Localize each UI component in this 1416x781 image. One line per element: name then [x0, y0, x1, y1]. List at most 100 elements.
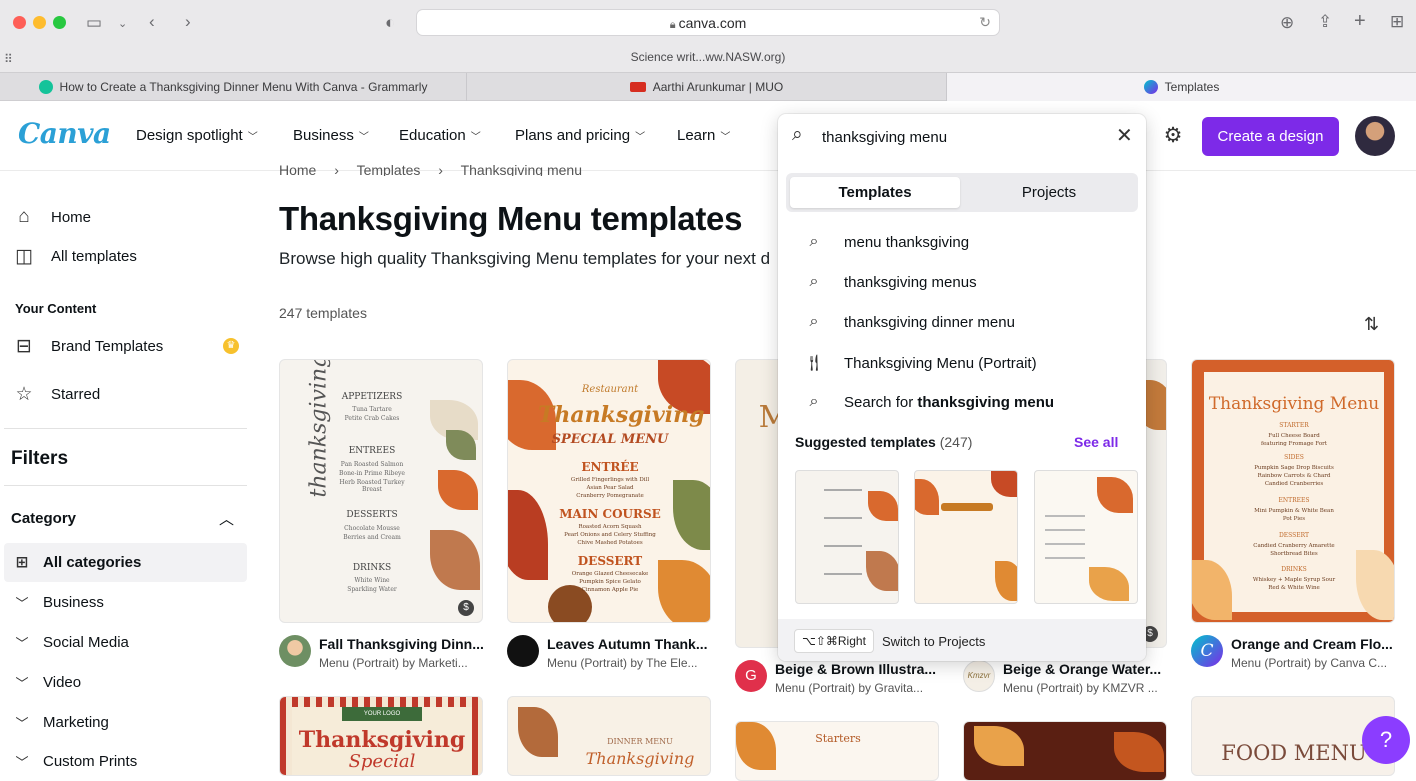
- category-business[interactable]: ﹀ Business: [13, 593, 103, 612]
- template-count: 247 templates: [279, 305, 367, 321]
- sort-icon[interactable]: ⇅: [1364, 314, 1379, 335]
- page-subtitle: Browse high quality Thanksgiving Menu te…: [279, 249, 771, 268]
- menu-item: Cinnamon Apple Pie: [581, 587, 639, 593]
- home-icon: ⌂: [18, 206, 30, 227]
- nav-learn[interactable]: Learn ﹀: [677, 127, 730, 144]
- leaf-decoration: [673, 480, 710, 550]
- suggested-template-thumb[interactable]: [1034, 470, 1138, 604]
- chevron-down-icon: ﹀: [15, 755, 29, 770]
- tab-templates[interactable]: Templates: [947, 73, 1416, 101]
- card-subtitle: Menu (Portrait) by Gravita...: [775, 681, 924, 695]
- crown-icon: ♛: [223, 338, 239, 354]
- share-icon[interactable]: ⇪: [1318, 12, 1332, 32]
- nav-business[interactable]: Business ﹀: [293, 127, 369, 144]
- card-script-text: thanksgiving menu: [306, 359, 332, 498]
- avatar[interactable]: [1355, 116, 1395, 156]
- close-icon[interactable]: ✕: [1116, 123, 1133, 148]
- card-title[interactable]: Beige & Orange Water...: [1003, 661, 1173, 677]
- chevron-down-icon: ﹀: [15, 676, 29, 691]
- browser-tabs: How to Create a Thanksgiving Dinner Menu…: [0, 72, 1416, 101]
- search-suggestion[interactable]: ⌕ menu thanksgiving: [804, 233, 970, 251]
- see-all-link[interactable]: See all: [1074, 434, 1118, 450]
- menu-item: Pumpkin Spice Gelato: [579, 579, 641, 585]
- gear-icon[interactable]: ⚙: [1161, 124, 1185, 148]
- tab-muo[interactable]: Aarthi Arunkumar | MUO: [467, 73, 947, 101]
- search-suggestion[interactable]: 🍴︎ Thanksgiving Menu (Portrait): [804, 353, 1037, 373]
- nav-education[interactable]: Education ﹀: [399, 127, 481, 144]
- browser-toolbar: ▭ ⌄ ‹ › ◐ 🔒︎ canva.com ↻ ⊕ ⇪ + ⊞: [0, 0, 1416, 46]
- category-all[interactable]: ⊞ All categories: [13, 553, 142, 572]
- sidebar-toggle-icon[interactable]: ▭: [86, 13, 102, 33]
- menu-item: Asian Pear Salad: [586, 485, 634, 491]
- template-card[interactable]: YOUR LOGO Thanksgiving Special: [279, 696, 483, 776]
- sidebar-item-label: Brand Templates: [51, 338, 164, 355]
- category-label: Social Media: [43, 634, 129, 651]
- search-suggestion[interactable]: ⌕ thanksgiving menus: [804, 273, 977, 291]
- search-suggestion[interactable]: ⌕ thanksgiving dinner menu: [804, 313, 1015, 331]
- card-title[interactable]: Beige & Brown Illustra...: [775, 661, 945, 677]
- sidebar-item-home[interactable]: ⌂ Home: [11, 206, 91, 228]
- menu-section: DESSERTS: [346, 510, 398, 520]
- close-window-button[interactable]: [13, 16, 26, 29]
- menu-item: Pot Pies: [1282, 516, 1306, 522]
- sidebar-item-starred[interactable]: ☆ Starred: [11, 383, 100, 406]
- template-card[interactable]: [963, 721, 1167, 781]
- new-tab-icon[interactable]: +: [1354, 11, 1366, 31]
- chevron-up-icon[interactable]: ︿: [219, 508, 234, 529]
- bookmark-title[interactable]: Science writ...ww.NASW.org): [0, 50, 1416, 64]
- suggested-template-thumb[interactable]: [795, 470, 899, 604]
- page-title: Thanksgiving Menu templates: [279, 200, 743, 237]
- sidebar: ⌂ Home ◫ All templates Your Content ⊟ Brand…: [0, 172, 260, 771]
- card-title[interactable]: Leaves Autumn Thank...: [547, 636, 717, 652]
- template-card-meta: G Beige & Brown Illustra... Menu (Portra…: [735, 660, 945, 700]
- sidebar-item-all-templates[interactable]: ◫ All templates: [11, 245, 137, 268]
- category-label: Custom Prints: [43, 753, 138, 770]
- forward-icon[interactable]: ›: [185, 12, 191, 32]
- category-video[interactable]: ﹀ Video: [13, 673, 81, 692]
- menu-item: Rainbow Carrots & Chard: [1257, 473, 1331, 479]
- menu-item: Whiskey + Maple Syrup Sour: [1252, 577, 1336, 583]
- template-card[interactable]: Starters: [735, 721, 939, 781]
- template-card[interactable]: thanksgiving menu APPETIZERS Tuna Tartar…: [279, 359, 483, 623]
- privacy-shield-icon[interactable]: ◐: [385, 13, 395, 33]
- menu-item: Pan Roasted Salmon: [340, 461, 404, 468]
- tab-grammarly[interactable]: How to Create a Thanksgiving Dinner Menu…: [0, 73, 467, 101]
- zoom-window-button[interactable]: [53, 16, 66, 29]
- canva-logo[interactable]: Canva: [18, 117, 111, 150]
- card-text: Restaurant: [581, 384, 639, 395]
- sidebar-item-brand-templates[interactable]: ⊟ Brand Templates: [11, 335, 163, 358]
- chevron-down-icon[interactable]: ⌄: [118, 14, 127, 34]
- nav-design-spotlight[interactable]: Design spotlight ﹀: [136, 127, 258, 144]
- template-card[interactable]: DINNER MENU Thanksgiving: [507, 696, 711, 776]
- category-custom-prints[interactable]: ﹀ Custom Prints: [13, 752, 137, 771]
- category-social-media[interactable]: ﹀ Social Media: [13, 633, 129, 652]
- back-icon[interactable]: ‹: [149, 12, 155, 32]
- menu-item: Bone-in Prime Ribeye: [339, 470, 405, 477]
- breadcrumb-home[interactable]: Home: [279, 162, 316, 176]
- reload-icon[interactable]: ↻: [979, 14, 991, 31]
- suggested-template-thumb[interactable]: [914, 470, 1018, 604]
- nav-plans-pricing[interactable]: Plans and pricing ﹀: [515, 127, 645, 144]
- template-card[interactable]: Restaurant Thanksgiving SPECIAL MENU ENT…: [507, 359, 711, 623]
- search-input[interactable]: [822, 126, 1112, 148]
- category-marketing[interactable]: ﹀ Marketing: [13, 713, 108, 732]
- search-for-query[interactable]: ⌕ Search for thanksgiving menu: [804, 393, 1055, 411]
- card-text: DINNER MENU: [607, 737, 673, 746]
- tab-templates[interactable]: Templates: [790, 177, 960, 208]
- help-button[interactable]: ?: [1362, 716, 1410, 764]
- menu-item: Petite Crab Cakes: [344, 415, 400, 422]
- download-icon[interactable]: ⊕: [1280, 13, 1294, 33]
- author-avatar: [279, 635, 311, 667]
- card-title[interactable]: Fall Thanksgiving Dinn...: [319, 636, 489, 652]
- address-bar[interactable]: 🔒︎ canva.com ↻: [416, 9, 1000, 36]
- breadcrumb-templates[interactable]: Templates: [357, 162, 421, 176]
- minimize-window-button[interactable]: [33, 16, 46, 29]
- create-design-button[interactable]: Create a design: [1202, 117, 1339, 156]
- tab-projects[interactable]: Projects: [964, 177, 1134, 208]
- template-card[interactable]: Thanksgiving Menu STARTER Full Cheese Bo…: [1191, 359, 1395, 623]
- tab-overview-icon[interactable]: ⊞: [1390, 12, 1404, 32]
- card-title[interactable]: Orange and Cream Flo...: [1231, 636, 1401, 652]
- menu-item: Herb Roasted Turkey Breast: [339, 479, 405, 493]
- leaf-decoration: [915, 479, 939, 515]
- breadcrumb: Home › Templates › Thanksgiving menu: [279, 162, 582, 176]
